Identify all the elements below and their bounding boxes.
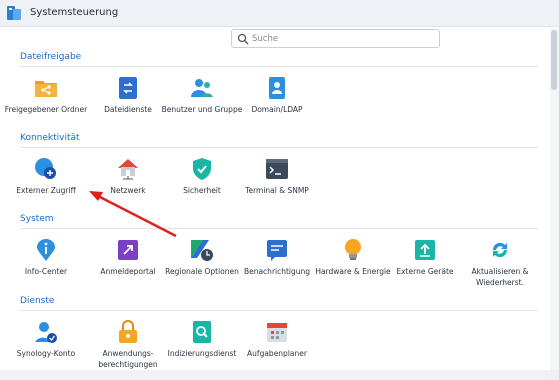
- item-sicherheit[interactable]: Sicherheit: [162, 157, 242, 213]
- item-synology-konto[interactable]: Synology-Konto: [6, 320, 86, 376]
- item-label: Freigegebener Ordner: [4, 105, 88, 114]
- section-divider: [20, 310, 538, 311]
- section-title-system: System: [20, 214, 54, 224]
- section-divider: [20, 228, 538, 229]
- item-domain-ldap[interactable]: Domain/LDAP: [237, 76, 317, 132]
- bottom-fade: [0, 370, 559, 380]
- item-aufgabenplaner[interactable]: Aufgabenplaner: [237, 320, 317, 376]
- hardware-power-icon: [345, 239, 361, 260]
- section-title-dateifreigabe: Dateifreigabe: [20, 52, 82, 62]
- item-label: Aktualisieren & Wiederherst.: [471, 267, 529, 287]
- search-box[interactable]: [231, 29, 440, 48]
- search-icon: [237, 33, 249, 45]
- file-services-icon: [119, 77, 137, 99]
- item-label: Terminal & SNMP: [245, 186, 309, 195]
- domain-ldap-icon: [269, 77, 285, 99]
- network-house-icon: [118, 159, 138, 180]
- info-center-icon: [37, 239, 55, 261]
- window-title: Systemsteuerung: [30, 7, 119, 18]
- synology-account-icon: [35, 322, 57, 343]
- notification-icon: [267, 240, 287, 261]
- item-label: Domain/LDAP: [251, 105, 303, 114]
- regional-options-icon: [191, 240, 213, 261]
- external-access-icon: [35, 158, 56, 179]
- control-panel-icon: [7, 6, 21, 20]
- indexing-service-icon: [193, 321, 211, 343]
- section-title-konnektivitaet: Konnektivität: [20, 133, 80, 143]
- security-shield-icon: [193, 158, 211, 180]
- section-divider: [20, 66, 538, 67]
- task-scheduler-icon: [267, 323, 287, 342]
- external-devices-icon: [415, 240, 435, 260]
- item-externer-zugriff[interactable]: Externer Zugriff: [6, 157, 86, 213]
- title-bar: Systemsteuerung: [0, 0, 559, 27]
- item-label: Info-Center: [24, 267, 68, 276]
- search-input[interactable]: [252, 31, 432, 46]
- item-benutzer-und-gruppe[interactable]: Benutzer und Gruppe: [162, 76, 242, 132]
- item-info-center[interactable]: Info-Center: [6, 238, 86, 294]
- item-freigegebener-ordner[interactable]: Freigegebener Ordner: [5, 76, 87, 132]
- section-title-dienste: Dienste: [20, 296, 55, 306]
- section-divider: [20, 147, 538, 148]
- item-label: Aufgabenplaner: [247, 349, 307, 358]
- update-restore-icon: [492, 242, 508, 258]
- login-portal-icon: [118, 240, 138, 260]
- scrollbar-thumb[interactable]: [551, 30, 557, 90]
- item-label: Synology-Konto: [16, 349, 76, 358]
- item-externe-geraete[interactable]: Externe Geräte: [385, 238, 465, 294]
- item-label: Externer Zugriff: [16, 186, 76, 195]
- app-permissions-icon: [119, 320, 137, 343]
- terminal-icon: [266, 159, 288, 179]
- folder-share-icon: [35, 81, 57, 97]
- user-group-icon: [191, 79, 213, 97]
- item-benachrichtigung[interactable]: Benachrichtigung: [237, 238, 317, 294]
- item-indizierungsdienst[interactable]: Indizierungsdienst: [162, 320, 242, 376]
- item-regionale-optionen[interactable]: Regionale Optionen: [162, 238, 242, 294]
- item-aktualisieren-wiederherst[interactable]: Aktualisieren & Wiederherst.: [460, 238, 540, 294]
- item-terminal-snmp[interactable]: Terminal & SNMP: [237, 157, 317, 213]
